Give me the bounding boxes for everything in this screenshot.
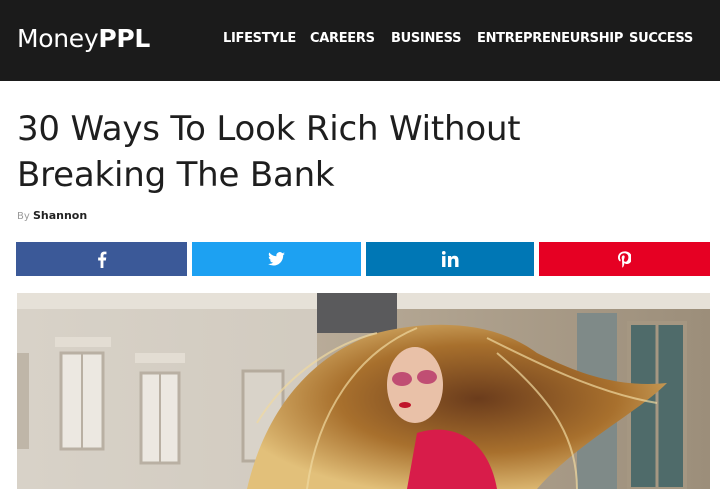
site-header: MoneyPPL LIFESTYLE CAREERS BUSINESS ENTR… — [0, 0, 720, 81]
share-twitter-button[interactable] — [192, 242, 361, 276]
share-linkedin-button[interactable] — [366, 242, 534, 276]
facebook-icon — [97, 251, 106, 268]
twitter-icon — [268, 252, 285, 266]
logo-text-bold: PPL — [98, 24, 151, 53]
nav-item-lifestyle[interactable]: LIFESTYLE — [223, 31, 296, 46]
byline-label: By — [17, 211, 30, 222]
hero-photo-woman-with-flowing-hair — [17, 293, 710, 489]
nav-item-success[interactable]: SUCCESS — [629, 31, 693, 46]
share-pinterest-button[interactable] — [539, 242, 710, 276]
pinterest-icon — [618, 250, 631, 268]
hero-image — [17, 293, 710, 489]
nav-item-business[interactable]: BUSINESS — [391, 31, 461, 46]
nav-item-careers[interactable]: CAREERS — [310, 31, 375, 46]
nav-item-entrepreneurship[interactable]: ENTREPRENEURSHIP — [477, 31, 623, 46]
byline: By Shannon — [17, 209, 87, 222]
site-logo[interactable]: MoneyPPL — [17, 24, 150, 53]
author-link[interactable]: Shannon — [33, 209, 87, 222]
logo-text-regular: Money — [17, 24, 99, 53]
article-title: 30 Ways To Look Rich Without Breaking Th… — [17, 106, 617, 198]
article-title-line-2: Breaking The Bank — [17, 155, 335, 195]
article-title-line-1: 30 Ways To Look Rich Without — [17, 109, 521, 149]
linkedin-icon — [441, 251, 458, 267]
share-facebook-button[interactable] — [16, 242, 187, 276]
